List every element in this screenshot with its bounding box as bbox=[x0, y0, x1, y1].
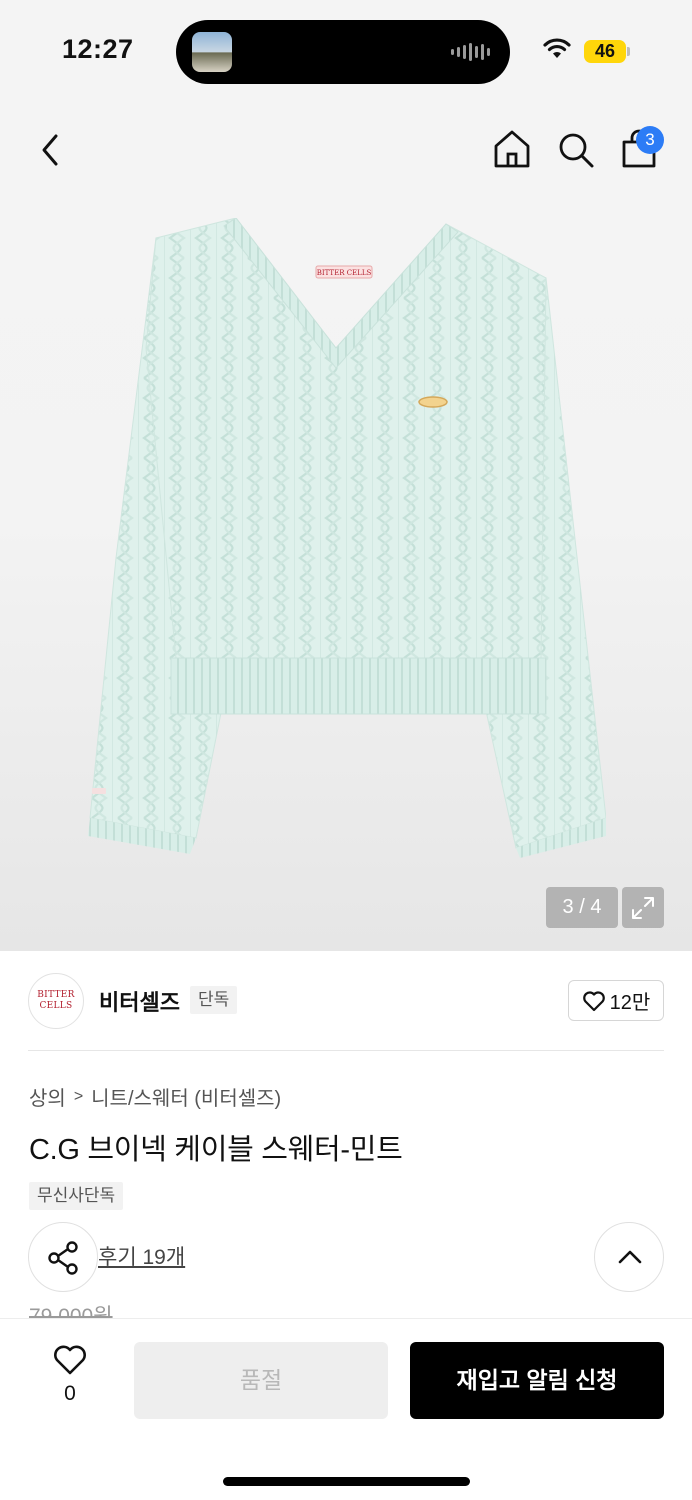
dynamic-island[interactable] bbox=[176, 20, 510, 84]
chevron-up-icon bbox=[618, 1250, 642, 1264]
product-image-sweater: BITTER CELLS bbox=[88, 218, 606, 858]
brand-like-button[interactable]: 12만 bbox=[568, 980, 664, 1021]
back-icon[interactable] bbox=[34, 128, 66, 172]
wishlist-button[interactable]: 0 bbox=[44, 1344, 96, 1414]
search-icon[interactable] bbox=[556, 130, 596, 170]
heart-icon bbox=[582, 990, 605, 1011]
cart-count-badge: 3 bbox=[636, 126, 664, 154]
breadcrumb-subcategory[interactable]: 니트/스웨터 (비터셀즈) bbox=[91, 1082, 281, 1111]
brand-logo[interactable]: BITTER CELLS bbox=[28, 973, 84, 1029]
brand-logo-line2: CELLS bbox=[39, 1001, 73, 1011]
garment-label-text: BITTER CELLS bbox=[317, 269, 372, 277]
breadcrumb-category[interactable]: 상의 bbox=[29, 1082, 66, 1111]
wishlist-count: 0 bbox=[64, 1382, 76, 1405]
expand-button[interactable] bbox=[622, 887, 664, 928]
now-playing-thumbnail bbox=[192, 32, 232, 72]
brand-name[interactable]: 비터셀즈 bbox=[99, 985, 180, 1017]
heart-icon bbox=[54, 1345, 86, 1375]
divider bbox=[28, 1050, 664, 1051]
audio-wave-icon bbox=[451, 42, 490, 62]
musinsa-exclusive-badge: 무신사단독 bbox=[29, 1182, 124, 1210]
image-counter: 3 / 4 bbox=[546, 887, 618, 928]
battery-indicator: 46 bbox=[584, 40, 626, 63]
share-icon bbox=[48, 1241, 78, 1275]
sold-out-button[interactable]: 품절 bbox=[134, 1342, 388, 1419]
restock-alert-button[interactable]: 재입고 알림 신청 bbox=[410, 1342, 664, 1419]
expand-icon bbox=[632, 897, 654, 919]
reviews-link[interactable]: 후기 19개 bbox=[98, 1241, 185, 1271]
product-title: C.G 브이넥 케이블 스웨터-민트 bbox=[29, 1134, 403, 1166]
scroll-to-top-button[interactable] bbox=[594, 1222, 664, 1292]
battery-tip bbox=[627, 47, 630, 56]
status-time: 12:27 bbox=[62, 34, 134, 64]
breadcrumb-separator: > bbox=[73, 1087, 84, 1105]
home-indicator[interactable] bbox=[223, 1477, 470, 1486]
brand-like-count: 12만 bbox=[609, 992, 651, 1014]
brand-logo-line1: BITTER bbox=[37, 990, 75, 1000]
breadcrumb: 상의 > 니트/스웨터 (비터셀즈) bbox=[29, 1082, 281, 1111]
wifi-icon bbox=[543, 38, 571, 58]
share-button[interactable] bbox=[28, 1222, 98, 1292]
exclusive-badge: 단독 bbox=[190, 986, 238, 1014]
home-icon[interactable] bbox=[492, 128, 532, 170]
